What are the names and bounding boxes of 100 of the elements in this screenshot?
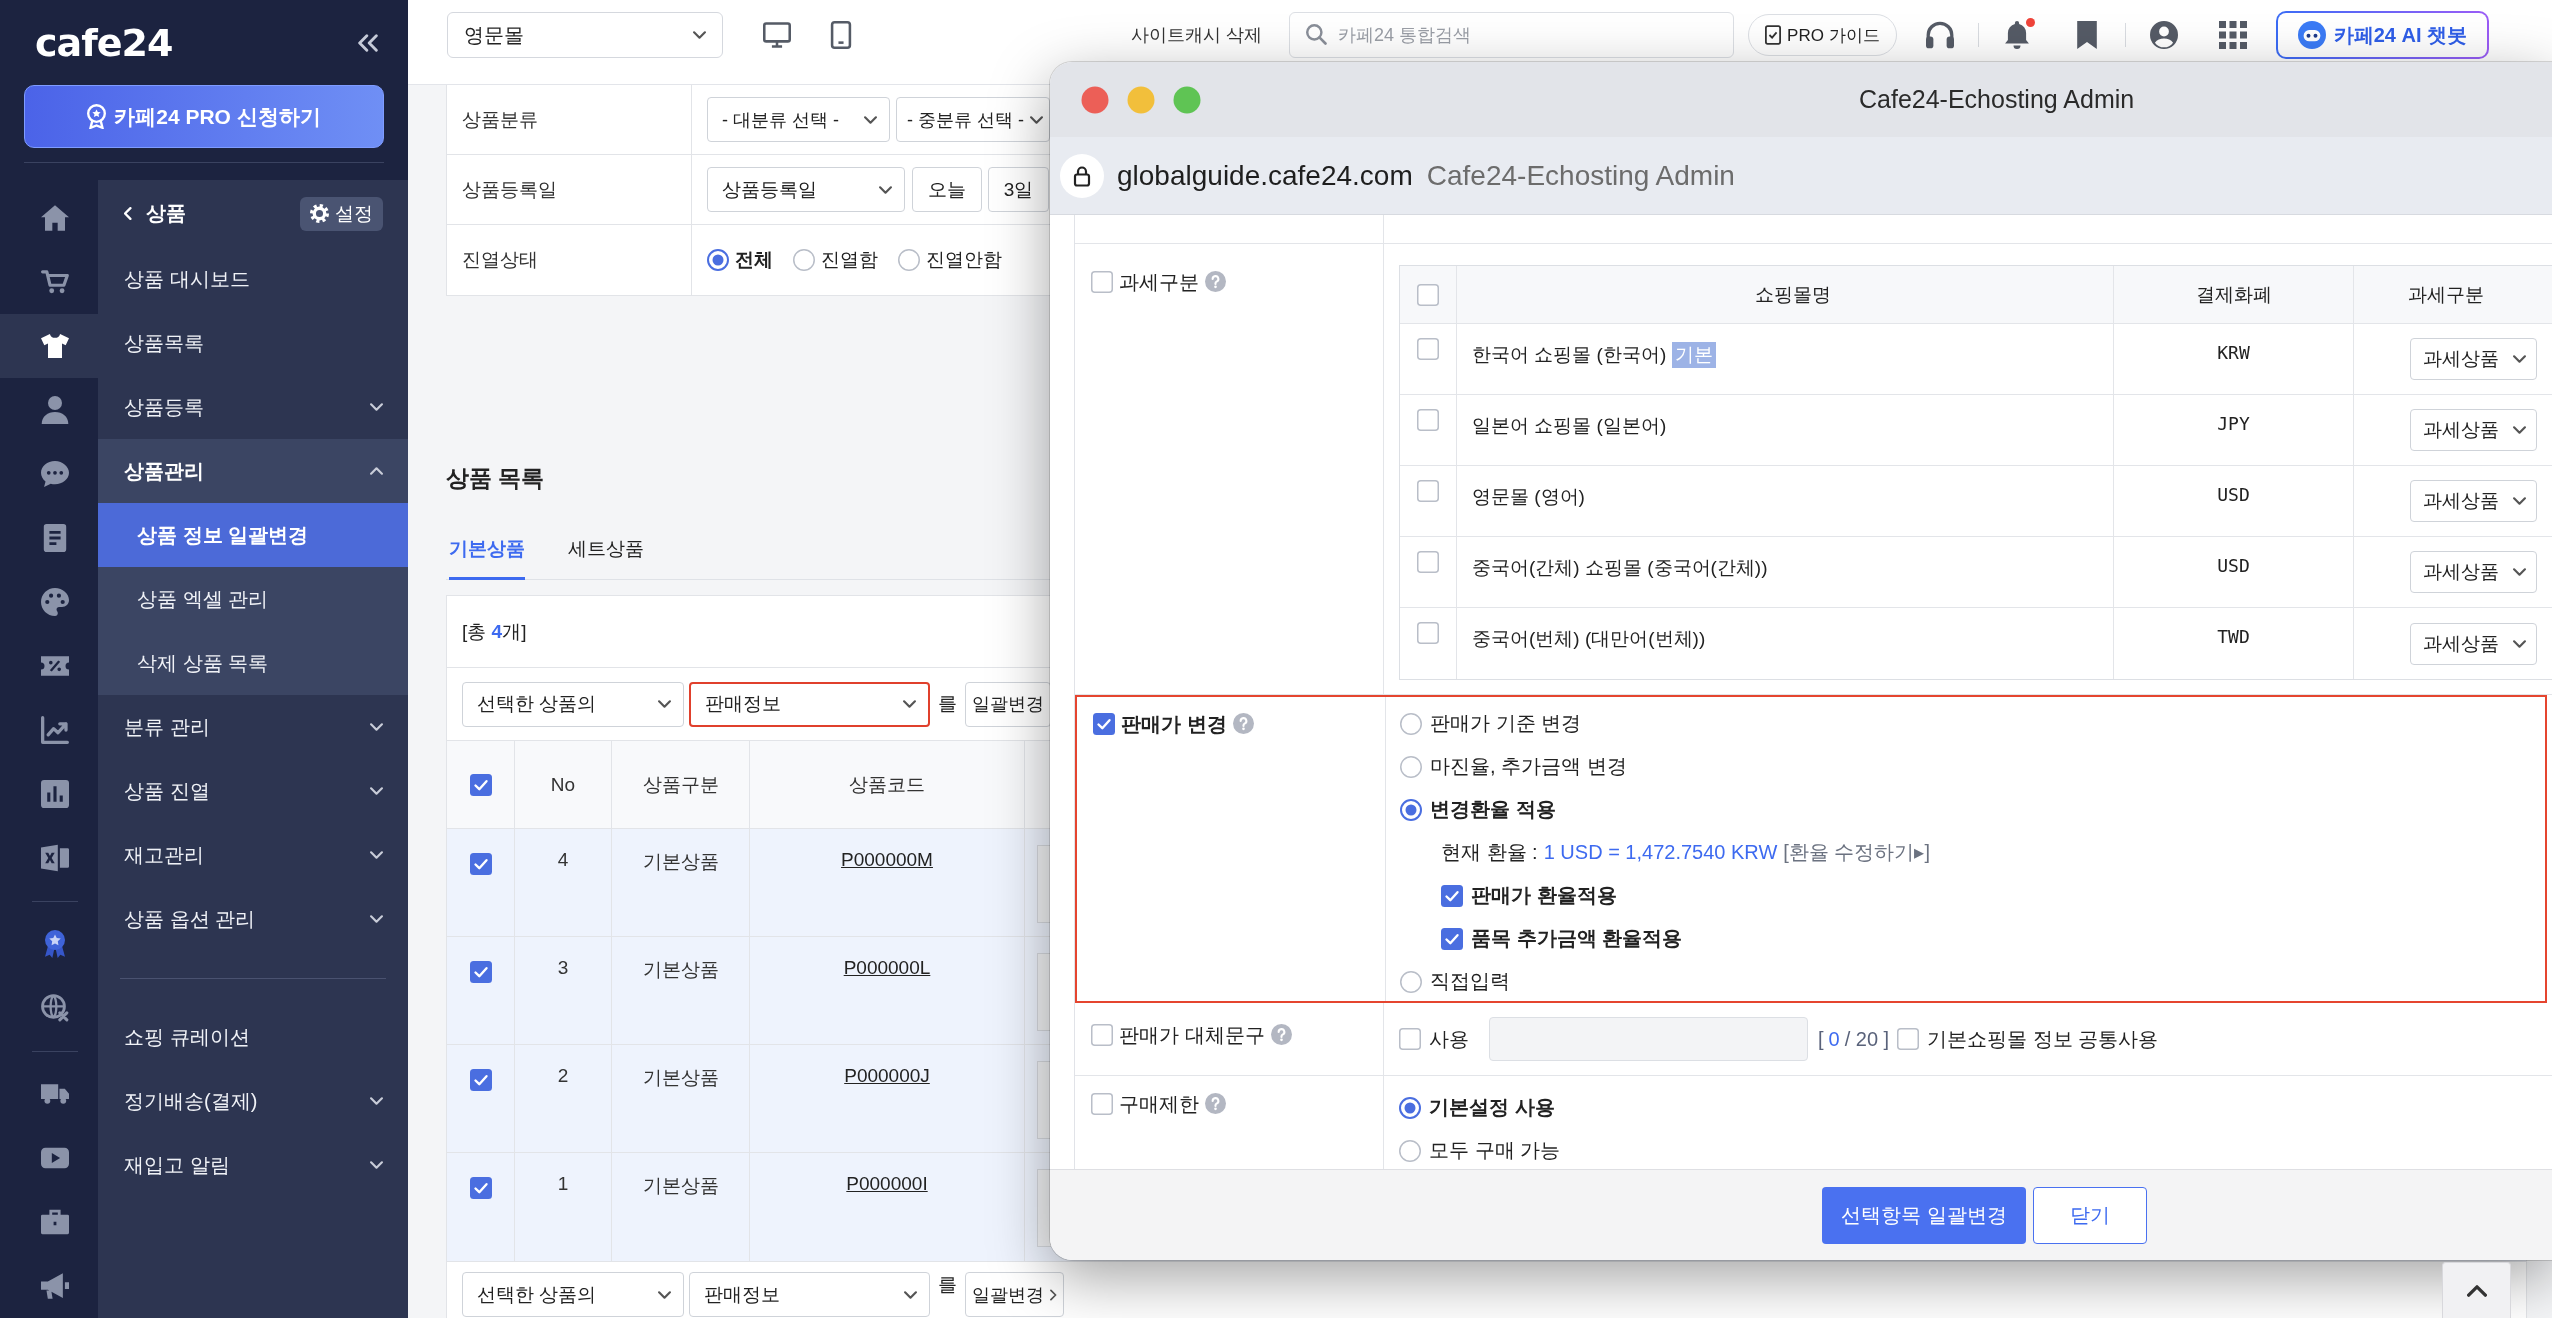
home-icon xyxy=(41,204,69,232)
target-dropdown[interactable]: 선택한 상품의 xyxy=(462,681,684,727)
column-header: 결제화폐 xyxy=(2195,282,2272,307)
close-button[interactable]: 닫기 xyxy=(2033,1186,2147,1244)
currency-code: JPY xyxy=(2217,413,2250,434)
date-range-button[interactable]: 3일 xyxy=(988,167,1049,212)
tab[interactable]: 기본상품 xyxy=(449,521,525,580)
column-header: 상품구분 xyxy=(642,772,719,797)
caret-icon xyxy=(2513,497,2526,505)
logo[interactable]: cafe24 xyxy=(35,23,173,62)
checkbox[interactable] xyxy=(1091,1024,1113,1046)
product-code-link[interactable]: P000000I xyxy=(846,1173,928,1195)
search-field[interactable]: 카페24 통합검색 xyxy=(1289,12,1735,58)
chevron-left-icon xyxy=(124,207,132,220)
apps-grid-icon[interactable] xyxy=(2218,21,2247,49)
table-cell-text: 기본상품 xyxy=(642,958,719,982)
field-dropdown[interactable]: 판매정보 xyxy=(689,1272,930,1317)
menu-item[interactable]: 정기배송(결제) xyxy=(98,1069,408,1133)
checkbox[interactable] xyxy=(1091,271,1113,293)
radio-button[interactable] xyxy=(1400,755,1422,778)
tax-type-dropdown[interactable]: 과세상품 xyxy=(2410,551,2537,593)
collapse-icon[interactable] xyxy=(358,33,378,52)
submenu-item[interactable]: 상품 엑셀 관리 xyxy=(98,567,408,631)
checkbox[interactable] xyxy=(1091,1093,1113,1115)
radio-button[interactable] xyxy=(1399,1096,1421,1119)
desktop-icon[interactable] xyxy=(763,21,791,49)
checkbox[interactable] xyxy=(469,1177,492,1199)
bulk-change-button[interactable]: 일괄변경 xyxy=(965,681,1051,727)
checkbox[interactable] xyxy=(1417,622,1439,644)
checkbox[interactable] xyxy=(1441,927,1463,950)
table-cell: 3 xyxy=(557,957,569,979)
radio-button[interactable] xyxy=(793,249,815,271)
category-dropdown[interactable]: - 중분류 선택 - xyxy=(896,97,1050,142)
radio-button[interactable] xyxy=(1400,970,1422,993)
submenu-item[interactable]: 삭제 상품 목록 xyxy=(98,631,408,695)
radio-button[interactable] xyxy=(707,249,729,271)
menu-item[interactable]: 재고관리 xyxy=(98,823,408,887)
menu-item[interactable]: 재입고 알림 xyxy=(98,1133,408,1197)
table-cell: 4 xyxy=(557,849,569,871)
checkbox[interactable] xyxy=(1417,551,1439,573)
menu-item[interactable]: 분류 관리 xyxy=(98,695,408,759)
settings-button[interactable]: 설정 xyxy=(300,196,383,231)
menu-item[interactable]: 상품 대시보드 xyxy=(98,247,408,311)
tax-type-dropdown[interactable]: 과세상품 xyxy=(2410,409,2537,451)
radio-button[interactable] xyxy=(1400,798,1422,821)
date-type-dropdown[interactable]: 상품등록일 xyxy=(707,167,905,212)
headset-icon[interactable] xyxy=(1925,21,1954,49)
menu-item[interactable]: 상품목록 xyxy=(98,311,408,375)
back-button[interactable]: 상품 xyxy=(124,200,186,227)
field-dropdown[interactable]: 판매정보 xyxy=(689,681,930,727)
checkbox[interactable] xyxy=(1417,480,1439,502)
user-icon[interactable] xyxy=(2149,21,2178,49)
menu-item[interactable]: 상품 옵션 관리 xyxy=(98,887,408,951)
menu-item[interactable]: 상품관리 xyxy=(98,439,408,503)
pro-upgrade-button[interactable]: 카페24 PRO 신청하기 xyxy=(24,85,384,148)
checkbox[interactable] xyxy=(1417,409,1439,431)
radio-button[interactable] xyxy=(1400,712,1422,735)
tax-type-dropdown[interactable]: 과세상품 xyxy=(2410,622,2537,665)
chatbot-button[interactable]: 카페24 AI 챗봇 xyxy=(2275,11,2489,59)
checkbox[interactable] xyxy=(1093,713,1115,735)
scroll-to-top-button[interactable] xyxy=(2442,1262,2511,1318)
target-dropdown[interactable]: 선택한 상품의 xyxy=(462,1272,684,1317)
checkbox-label: 판매가 환율적용 xyxy=(1471,883,1617,908)
checkbox[interactable] xyxy=(469,1069,492,1091)
menu-item[interactable]: 상품등록 xyxy=(98,375,408,439)
apply-button[interactable]: 선택항목 일괄변경 xyxy=(1822,1186,2026,1244)
checkbox[interactable] xyxy=(469,961,492,983)
default-tag: 기본 xyxy=(1672,342,1717,368)
bulk-change-button[interactable]: 일괄변경 xyxy=(965,1272,1064,1317)
tax-type-dropdown[interactable]: 과세상품 xyxy=(2410,480,2537,522)
menu-item[interactable]: 쇼핑 큐레이션 xyxy=(98,1005,408,1069)
tab[interactable]: 세트상품 xyxy=(568,521,644,580)
checkbox[interactable] xyxy=(1441,884,1463,907)
radio-button[interactable] xyxy=(898,249,920,271)
chevron-up-icon xyxy=(2466,1284,2487,1297)
caret-icon xyxy=(693,31,706,39)
radio-label: 직접입력 xyxy=(1430,969,1510,994)
product-code-link[interactable]: P000000J xyxy=(844,1065,930,1087)
nav-rail-button[interactable] xyxy=(0,314,98,378)
clear-cache-link[interactable]: 사이트캐시 삭제 xyxy=(1131,23,1263,47)
submenu-item[interactable]: 상품 정보 일괄변경 xyxy=(98,503,408,567)
product-code-link[interactable]: P000000M xyxy=(841,849,933,871)
mall-dropdown[interactable]: 영문몰 xyxy=(447,12,723,58)
category-dropdown[interactable]: - 대분류 선택 - xyxy=(707,97,890,142)
checkbox[interactable] xyxy=(1417,338,1439,360)
checkbox[interactable] xyxy=(469,853,492,875)
menu-item[interactable]: 상품 진열 xyxy=(98,759,408,823)
window-close-icon[interactable] xyxy=(1081,85,1109,114)
checkbox[interactable] xyxy=(469,773,492,796)
radio-label: 기본설정 사용 xyxy=(1429,1095,1555,1120)
field-label: 상품등록일 xyxy=(462,177,557,202)
guide-button[interactable]: PRO 가이드 xyxy=(1748,14,1897,56)
date-range-button[interactable]: 오늘 xyxy=(912,167,982,212)
tax-type-dropdown[interactable]: 과세상품 xyxy=(2410,338,2537,380)
edit-rate-link[interactable]: [환율 수정하기▸] xyxy=(1783,839,1930,866)
radio-button[interactable] xyxy=(1399,1139,1421,1162)
product-code-link[interactable]: P000000L xyxy=(843,957,931,979)
checkbox[interactable] xyxy=(1417,283,1439,306)
checkbox[interactable] xyxy=(1399,1028,1421,1050)
checkbox[interactable] xyxy=(1897,1028,1920,1050)
